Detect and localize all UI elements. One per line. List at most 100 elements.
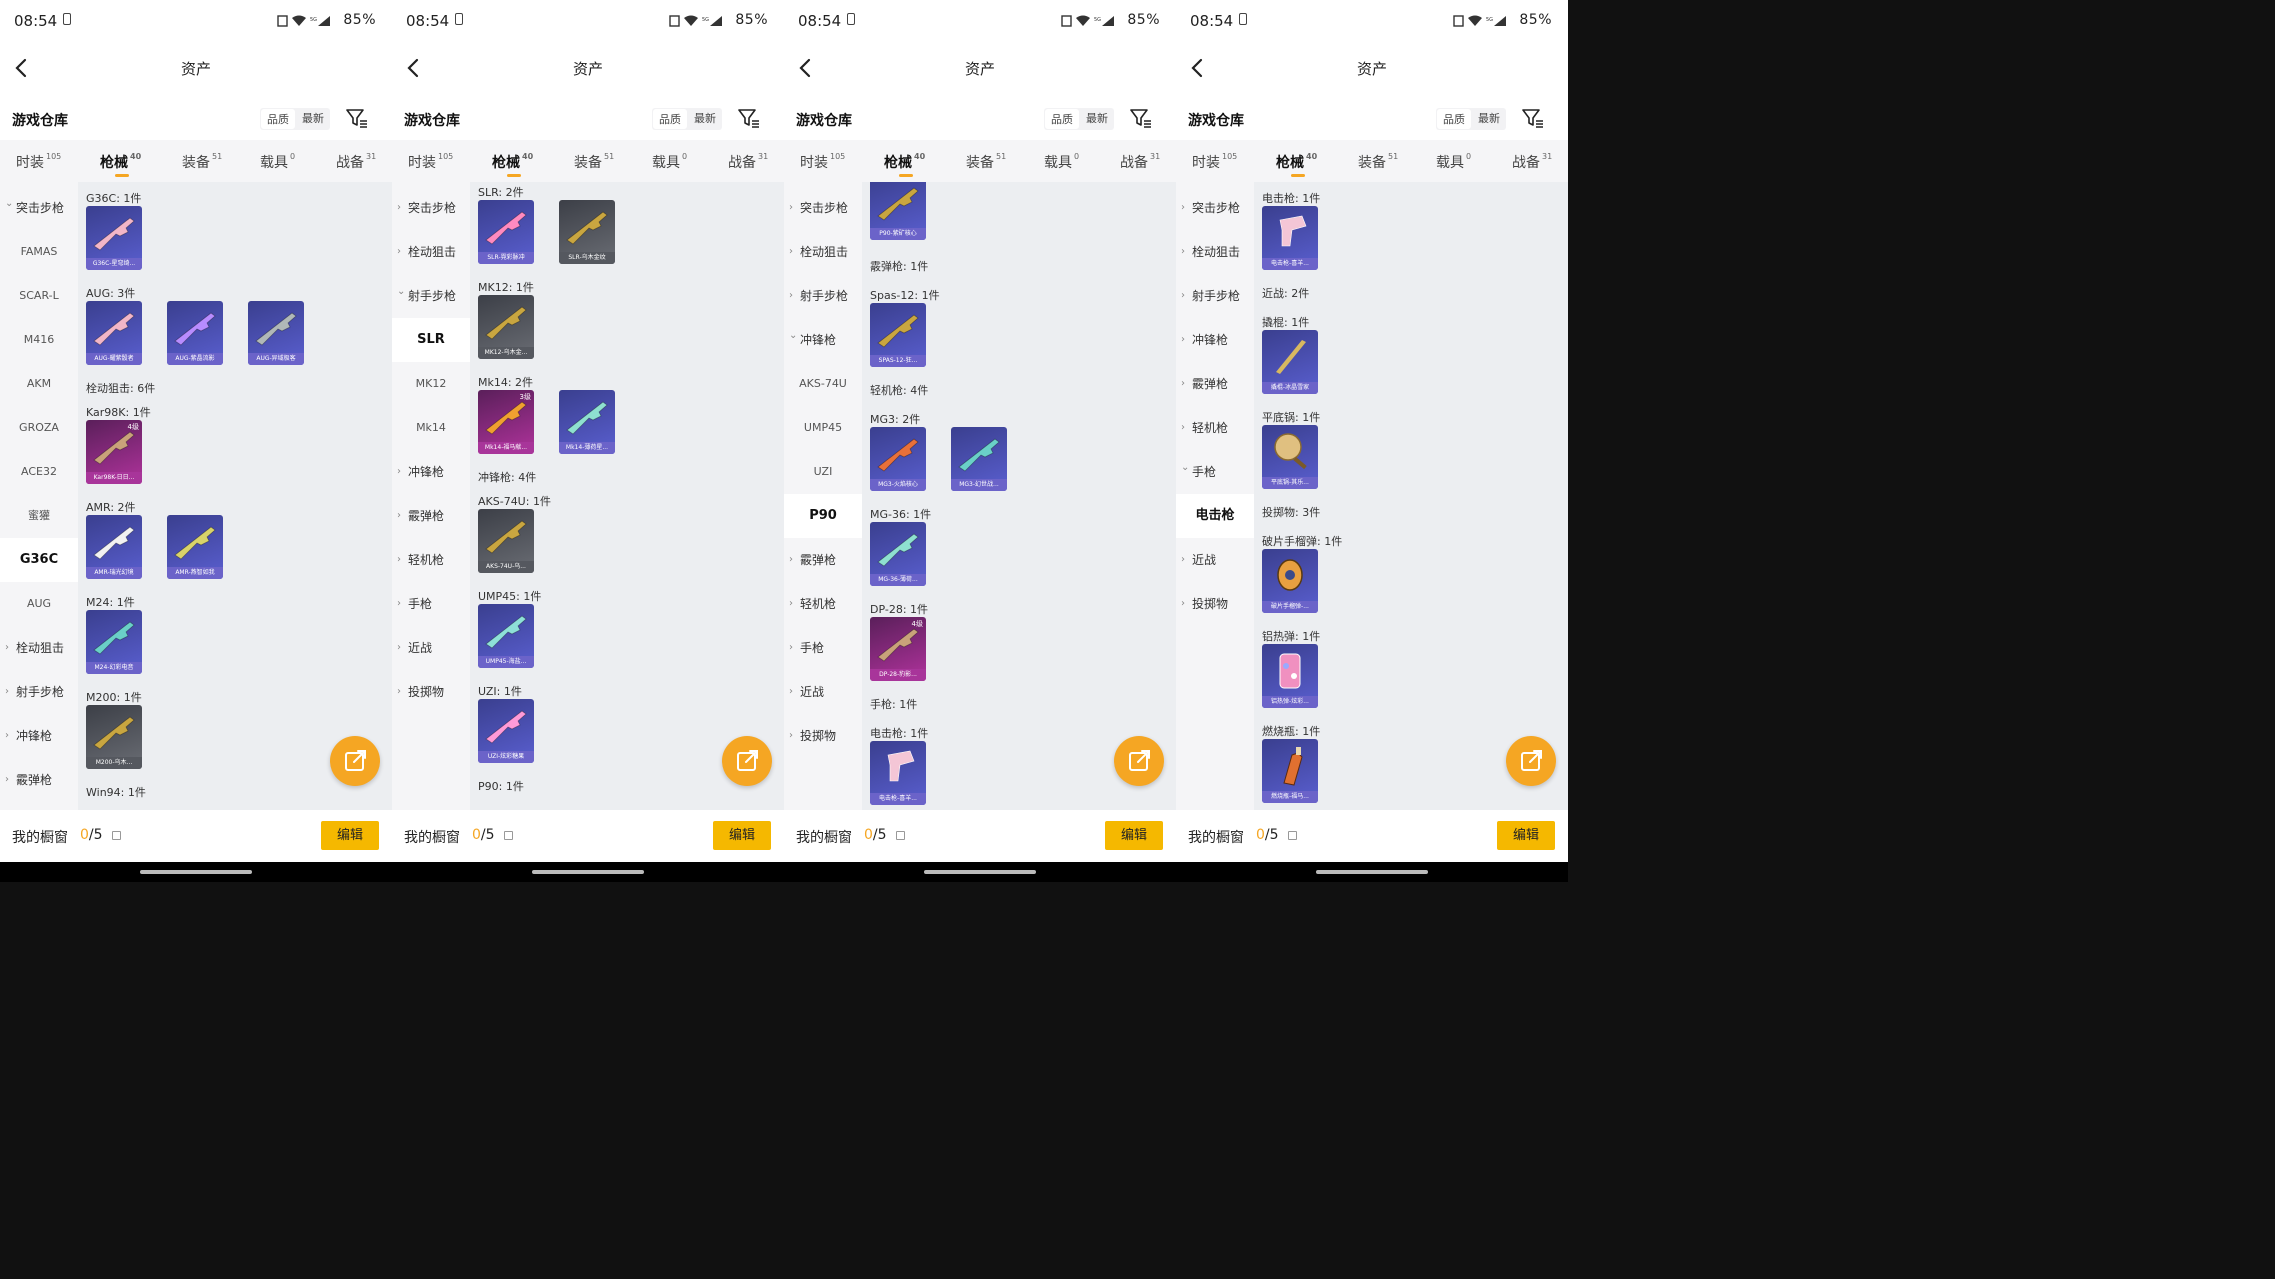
item-card[interactable]: M200-乌木... xyxy=(86,705,142,769)
sort-latest-button[interactable]: 最新 xyxy=(296,108,330,130)
filter-icon[interactable] xyxy=(1130,108,1152,128)
sidebar-subitem[interactable]: AKM xyxy=(0,362,78,406)
item-card[interactable]: 燃烧瓶-福马... xyxy=(1262,739,1318,803)
sort-latest-button[interactable]: 最新 xyxy=(1080,108,1114,130)
tab-gear[interactable]: 装备 51 xyxy=(182,152,222,172)
edit-button[interactable]: 编辑 xyxy=(321,821,379,850)
home-indicator[interactable] xyxy=(532,870,644,874)
sidebar-subitem[interactable]: MK12 xyxy=(392,362,470,406)
sort-quality-button[interactable]: 品质 xyxy=(261,109,295,129)
item-card[interactable]: AUG-紫晶流影 xyxy=(167,301,223,365)
tab-gear[interactable]: 装备 51 xyxy=(1358,152,1398,172)
sidebar-category[interactable]: › 投掷物 xyxy=(784,714,862,758)
item-card[interactable]: AMR-燕智如我 xyxy=(167,515,223,579)
item-card[interactable]: 破片手榴弹-... xyxy=(1262,549,1318,613)
tab-outfits[interactable]: 时装 105 xyxy=(16,152,61,172)
home-indicator[interactable] xyxy=(924,870,1036,874)
item-card[interactable]: P90-紫矿核心 xyxy=(870,182,926,240)
sidebar-subitem[interactable]: AUG xyxy=(0,582,78,626)
item-card[interactable]: 平底锅-其乐... xyxy=(1262,425,1318,489)
sidebar-category[interactable]: ⌄ 手枪 xyxy=(1176,450,1254,494)
sidebar-category[interactable]: ⌄ 冲锋枪 xyxy=(784,318,862,362)
item-card[interactable]: AMR-瑞光幻境 xyxy=(86,515,142,579)
sidebar-category[interactable]: › 手枪 xyxy=(392,582,470,626)
sort-latest-button[interactable]: 最新 xyxy=(688,108,722,130)
item-card[interactable]: AUG-异域极客 xyxy=(248,301,304,365)
item-card[interactable]: SLR-乌木金纹 xyxy=(559,200,615,264)
filter-icon[interactable] xyxy=(346,108,368,128)
item-card[interactable]: AUG-耀紫骰者 xyxy=(86,301,142,365)
sidebar-category[interactable]: › 突击步枪 xyxy=(392,186,470,230)
sidebar-category[interactable]: › 射手步枪 xyxy=(0,670,78,714)
item-card[interactable]: 3级 Mk14-福马献... xyxy=(478,390,534,454)
sidebar-subitem[interactable]: G36C xyxy=(0,538,78,582)
item-card[interactable]: UZI-炫彩糖果 xyxy=(478,699,534,763)
tab-weapons[interactable]: 枪械 40 xyxy=(884,152,925,172)
sidebar-category[interactable]: › 轻机枪 xyxy=(392,538,470,582)
item-card[interactable]: SPAS-12-狂... xyxy=(870,303,926,367)
sidebar-category[interactable]: › 栓动狙击 xyxy=(1176,230,1254,274)
sidebar-category[interactable]: ⌄ 突击步枪 xyxy=(0,186,78,230)
sidebar-category[interactable]: › 轻机枪 xyxy=(784,582,862,626)
sidebar-category[interactable]: › 手枪 xyxy=(784,626,862,670)
sidebar-subitem[interactable]: GROZA xyxy=(0,406,78,450)
tab-weapons[interactable]: 枪械 40 xyxy=(492,152,533,172)
sidebar-category[interactable]: ⌄ 射手步枪 xyxy=(392,274,470,318)
sidebar-category[interactable]: › 轻机枪 xyxy=(1176,406,1254,450)
item-card[interactable]: UMP45-海盐... xyxy=(478,604,534,668)
sidebar-category[interactable]: › 投掷物 xyxy=(392,670,470,714)
edit-button[interactable]: 编辑 xyxy=(713,821,771,850)
sidebar-category[interactable]: › 霰弹枪 xyxy=(784,538,862,582)
share-button[interactable] xyxy=(722,736,772,786)
item-card[interactable]: MK12-乌木金... xyxy=(478,295,534,359)
sidebar-category[interactable]: › 近战 xyxy=(784,670,862,714)
item-card[interactable]: G36C-星穹绮... xyxy=(86,206,142,270)
tab-outfits[interactable]: 时装 105 xyxy=(1192,152,1237,172)
filter-icon[interactable] xyxy=(738,108,760,128)
share-button[interactable] xyxy=(1506,736,1556,786)
home-indicator[interactable] xyxy=(140,870,252,874)
sidebar-subitem[interactable]: ACE32 xyxy=(0,450,78,494)
sidebar-subitem[interactable]: UZI xyxy=(784,450,862,494)
sidebar-category[interactable]: › 投掷物 xyxy=(1176,582,1254,626)
sidebar-category[interactable]: › 栓动狙击 xyxy=(392,230,470,274)
tab-gear[interactable]: 装备 51 xyxy=(574,152,614,172)
tab-vehicles[interactable]: 载具 0 xyxy=(1436,152,1471,172)
item-card[interactable]: Mk14-薄荷星... xyxy=(559,390,615,454)
edit-button[interactable]: 编辑 xyxy=(1497,821,1555,850)
sidebar-subitem[interactable]: FAMAS xyxy=(0,230,78,274)
edit-button[interactable]: 编辑 xyxy=(1105,821,1163,850)
tab-supplies[interactable]: 战备 31 xyxy=(336,152,376,172)
item-card[interactable]: M24-幻彩电音 xyxy=(86,610,142,674)
sort-quality-button[interactable]: 品质 xyxy=(653,109,687,129)
item-card[interactable]: MG3-幻世战... xyxy=(951,427,1007,491)
item-card[interactable]: 电击枪-喜羊... xyxy=(1262,206,1318,270)
tab-vehicles[interactable]: 载具 0 xyxy=(1044,152,1079,172)
sidebar-category[interactable]: › 近战 xyxy=(1176,538,1254,582)
sort-latest-button[interactable]: 最新 xyxy=(1472,108,1506,130)
sidebar-subitem[interactable]: 电击枪 xyxy=(1176,494,1254,538)
item-card[interactable]: MG-36-薄荷... xyxy=(870,522,926,586)
item-card[interactable]: 撬棍-冰晶雪家 xyxy=(1262,330,1318,394)
item-card[interactable]: 4级 DP-28-豹影... xyxy=(870,617,926,681)
sidebar-subitem[interactable]: P90 xyxy=(784,494,862,538)
sidebar-category[interactable]: › 射手步枪 xyxy=(1176,274,1254,318)
sort-quality-button[interactable]: 品质 xyxy=(1437,109,1471,129)
tab-weapons[interactable]: 枪械 40 xyxy=(1276,152,1317,172)
home-indicator[interactable] xyxy=(1316,870,1428,874)
tab-outfits[interactable]: 时装 105 xyxy=(800,152,845,172)
sidebar-category[interactable]: › 冲锋枪 xyxy=(392,450,470,494)
tab-supplies[interactable]: 战备 31 xyxy=(1120,152,1160,172)
tab-supplies[interactable]: 战备 31 xyxy=(1512,152,1552,172)
sidebar-category[interactable]: › 近战 xyxy=(392,626,470,670)
tab-supplies[interactable]: 战备 31 xyxy=(728,152,768,172)
sidebar-subitem[interactable]: Mk14 xyxy=(392,406,470,450)
sidebar-category[interactable]: › 突击步枪 xyxy=(1176,186,1254,230)
sidebar-subitem[interactable]: SLR xyxy=(392,318,470,362)
sidebar-category[interactable]: › 突击步枪 xyxy=(784,186,862,230)
tab-vehicles[interactable]: 载具 0 xyxy=(652,152,687,172)
sidebar-category[interactable]: › 霰弹枪 xyxy=(392,494,470,538)
item-card[interactable]: 4级 Kar98K-日日... xyxy=(86,420,142,484)
sidebar-category[interactable]: › 射手步枪 xyxy=(784,274,862,318)
tab-weapons[interactable]: 枪械 40 xyxy=(100,152,141,172)
